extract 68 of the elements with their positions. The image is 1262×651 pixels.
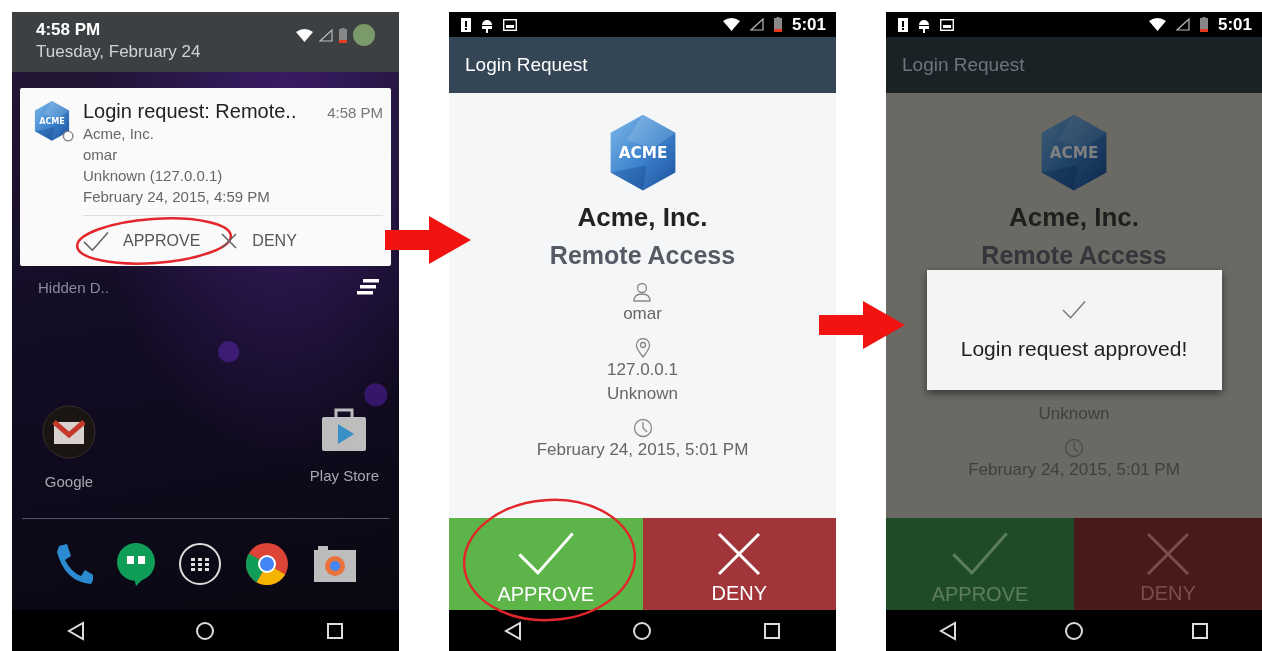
hidden-label: Hidden D.. (38, 278, 109, 296)
deny-button[interactable]: DENY (220, 226, 297, 256)
battery-icon (339, 27, 347, 43)
app-label: Google (44, 473, 94, 490)
image-icon (940, 18, 954, 31)
detail-text: omar (623, 303, 662, 326)
dialog-message: Login request approved! (960, 336, 1188, 361)
user-icon (632, 282, 653, 303)
image-icon (503, 18, 517, 31)
status-time: 5:01 (1217, 14, 1252, 35)
back-icon[interactable] (67, 620, 86, 641)
browser-app-icon[interactable] (245, 542, 290, 586)
close-icon (717, 531, 762, 576)
check-icon (516, 530, 575, 577)
deny-button[interactable]: DENY (642, 518, 836, 610)
app-label: Play Store (309, 467, 379, 484)
battery-icon (1199, 17, 1208, 32)
app-bar-title: Login Request (465, 54, 588, 76)
avatar-icon[interactable] (353, 24, 375, 46)
close-icon (1146, 531, 1190, 576)
detail-text: February 24, 2015, 5:01 PM (536, 439, 749, 462)
notification-line: February 24, 2015, 4:59 PM (83, 187, 271, 207)
clock-text: 4:58 PM (36, 20, 102, 40)
service-name: Remote Access (549, 241, 736, 271)
arrow-icon (385, 216, 471, 264)
camera-app-icon[interactable] (311, 544, 358, 584)
back-icon[interactable] (939, 620, 958, 641)
arrow-icon (819, 301, 905, 349)
date-text: Tuesday, February 24 (36, 42, 201, 62)
signal-icon (319, 28, 333, 42)
status-time: 5:01 (791, 14, 826, 35)
chat-app-icon[interactable] (115, 542, 156, 586)
home-icon[interactable] (632, 620, 653, 641)
wifi-icon (722, 18, 740, 31)
location-pin-icon (634, 338, 651, 359)
notification-title: Login request: Remote.. (83, 100, 297, 123)
clock-icon (1064, 438, 1084, 459)
notification-time: 4:58 PM (327, 104, 383, 121)
check-icon (1062, 299, 1086, 319)
battery-alert-icon (898, 17, 908, 32)
app-bar-title: Login Request (902, 54, 1025, 76)
home-icon[interactable] (195, 620, 216, 641)
clock-icon (632, 418, 653, 439)
service-name: Remote Access (981, 241, 1167, 271)
notification-line: Acme, Inc. (83, 124, 155, 144)
company-name: Acme, Inc. (577, 202, 708, 234)
clear-all-icon[interactable] (357, 279, 379, 295)
close-icon (220, 232, 239, 250)
detail-text: Unknown (607, 383, 678, 406)
back-icon[interactable] (504, 620, 523, 641)
recents-icon[interactable] (325, 621, 344, 640)
detail-text: 127.0.0.1 (607, 359, 678, 382)
company-name: Acme, Inc. (1008, 202, 1140, 234)
wifi-icon (296, 28, 313, 42)
wifi-icon (1148, 18, 1166, 31)
recents-icon[interactable] (762, 621, 781, 640)
check-icon (83, 230, 109, 252)
check-icon (951, 530, 1009, 577)
home-icon[interactable] (1064, 620, 1084, 641)
app-drawer-icon[interactable] (178, 542, 223, 586)
mail-app-icon[interactable] (42, 405, 96, 459)
recents-icon[interactable] (1190, 621, 1209, 640)
battery-alert-icon (461, 17, 471, 32)
battery-icon (773, 17, 782, 32)
signal-icon (749, 18, 764, 31)
notification-line: Unknown (127.0.0.1) (83, 166, 224, 186)
notification-line: omar (83, 145, 119, 165)
signal-icon (1175, 18, 1190, 31)
